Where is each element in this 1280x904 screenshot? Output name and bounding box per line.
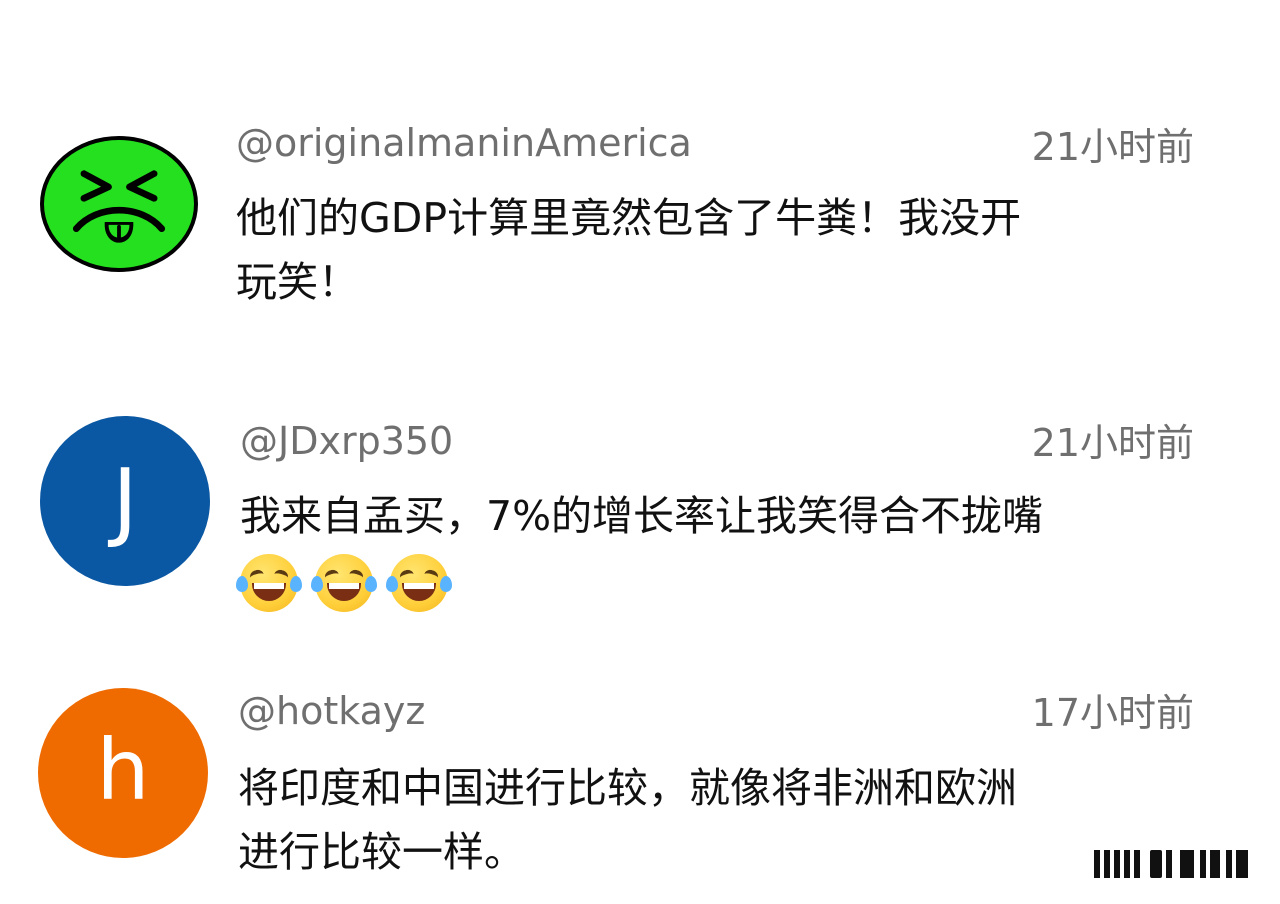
comment-username[interactable]: @JDxrp350 [240,418,453,464]
comment-text-line: 我来自孟买，7%的增长率让我笑得合不拢嘴 [240,492,1044,540]
avatar-letter-j[interactable]: J [40,416,210,586]
comment-timestamp: 21小时前 [1031,421,1194,465]
avatar-letter: J [112,451,138,551]
face-with-tears-of-joy-icon [311,554,378,612]
yuck-face-icon [72,170,166,243]
comment-text-line: 他们的GDP计算里竟然包含了牛粪！我没开 [236,194,1022,242]
comment-text-line: 玩笑！ [236,258,359,306]
face-with-tears-of-joy-icon [236,554,302,612]
comment-username[interactable]: @hotkayz [238,688,425,734]
comment-emoji-row [236,548,1043,612]
barcode-watermark-icon [1094,850,1248,878]
comment-text: 他们的GDP计算里竟然包含了牛粪！我没开 玩笑！ [236,186,1021,314]
comment-text-line: 进行比较一样。 [238,828,525,876]
comment-text-line: 将印度和中国进行比较，就像将非洲和欧洲 [238,764,1017,812]
comment-username[interactable]: @originalmaninAmerica [236,120,692,166]
avatar-letter: h [96,721,150,819]
comment-text: 将印度和中国进行比较，就像将非洲和欧洲 进行比较一样。 [238,756,1017,884]
comment-timestamp: 17小时前 [1031,691,1194,735]
avatar-letter-h[interactable]: h [38,688,208,858]
face-with-tears-of-joy-icon [386,554,453,612]
avatar-yuck-face[interactable] [40,136,198,272]
comment-timestamp: 21小时前 [1031,125,1194,169]
comment-text: 我来自孟买，7%的增长率让我笑得合不拢嘴 [236,484,1044,612]
